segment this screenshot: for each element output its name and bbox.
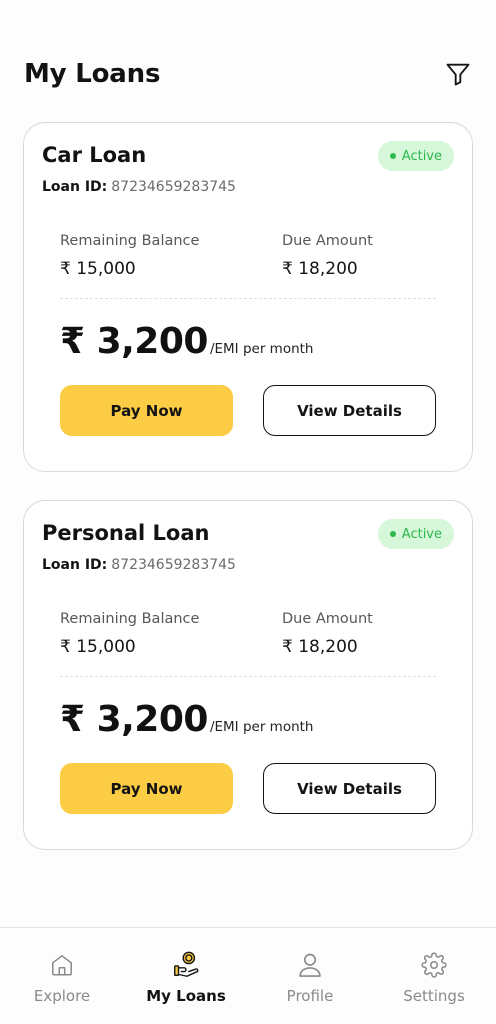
view-details-button[interactable]: View Details: [263, 763, 436, 814]
loan-id: Loan ID: 87234659283745: [42, 557, 236, 573]
due-amount-value: ₹ 18,200: [282, 637, 358, 657]
nav-item-my-loans[interactable]: My Loans: [124, 928, 248, 1024]
hand-coin-icon: [171, 950, 201, 980]
view-details-button[interactable]: View Details: [263, 385, 436, 436]
divider: [60, 298, 436, 299]
nav-label: My Loans: [146, 987, 226, 1005]
home-icon: [47, 950, 77, 980]
loan-name: Personal Loan: [42, 521, 210, 545]
status-badge: Active: [377, 519, 454, 549]
loan-id-label: Loan ID:: [42, 179, 108, 195]
status-badge: Active: [377, 141, 454, 171]
divider: [60, 676, 436, 677]
pay-now-button[interactable]: Pay Now: [60, 763, 233, 814]
status-dot-icon: [389, 153, 396, 159]
nav-label: Explore: [33, 987, 91, 1005]
nav-item-settings[interactable]: Settings: [372, 928, 496, 1024]
due-amount: Due Amount ₹ 18,200: [282, 611, 373, 657]
loan-id: Loan ID: 87234659283745: [42, 179, 236, 195]
due-amount-label: Due Amount: [282, 611, 373, 627]
page-title: My Loans: [24, 59, 161, 89]
due-amount-label: Due Amount: [282, 233, 373, 249]
loan-card: Personal Loan Active Loan ID: 87234659283…: [23, 500, 473, 850]
remaining-balance-label: Remaining Balance: [60, 233, 200, 249]
header: My Loans: [24, 54, 472, 94]
remaining-balance: Remaining Balance ₹ 15,000: [60, 233, 199, 279]
user-icon: [295, 950, 325, 980]
remaining-balance-value: ₹ 15,000: [60, 259, 136, 279]
filter-icon: [446, 63, 470, 86]
emi-row: ₹ 3,200 /EMI per month: [60, 321, 313, 362]
nav-item-explore[interactable]: Explore: [0, 928, 124, 1024]
emi-amount: ₹ 3,200: [60, 699, 208, 740]
nav-item-profile[interactable]: Profile: [248, 928, 372, 1024]
gear-icon: [419, 950, 449, 980]
loan-id-label: Loan ID:: [42, 557, 108, 573]
nav-label: Profile: [286, 987, 334, 1005]
emi-suffix: /EMI per month: [209, 341, 314, 357]
status-text: Active: [401, 526, 442, 542]
remaining-balance: Remaining Balance ₹ 15,000: [60, 611, 199, 657]
emi-suffix: /EMI per month: [209, 719, 314, 735]
filter-button[interactable]: [442, 58, 474, 90]
loan-id-value: 87234659283745: [111, 179, 236, 195]
bottom-nav: Explore My Loans Profile Settings: [0, 927, 496, 1024]
due-amount: Due Amount ₹ 18,200: [282, 233, 373, 279]
pay-now-button[interactable]: Pay Now: [60, 385, 233, 436]
emi-amount: ₹ 3,200: [60, 321, 208, 362]
loan-name: Car Loan: [42, 143, 147, 167]
remaining-balance-label: Remaining Balance: [60, 611, 200, 627]
due-amount-value: ₹ 18,200: [282, 259, 358, 279]
loan-id-value: 87234659283745: [111, 557, 236, 573]
nav-label: Settings: [403, 987, 465, 1005]
emi-row: ₹ 3,200 /EMI per month: [60, 699, 313, 740]
status-text: Active: [401, 148, 442, 164]
remaining-balance-value: ₹ 15,000: [60, 637, 136, 657]
status-dot-icon: [389, 531, 396, 537]
loan-card: Car Loan Active Loan ID: 87234659283745 R…: [23, 122, 473, 472]
